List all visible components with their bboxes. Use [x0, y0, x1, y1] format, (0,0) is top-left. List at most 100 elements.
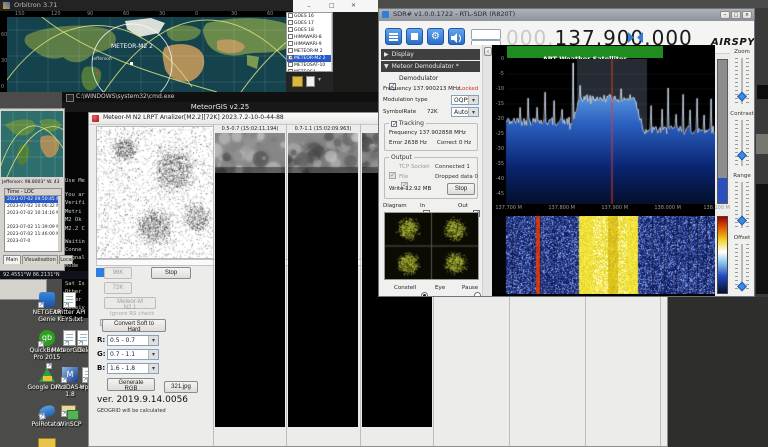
desktop-icon-winscp[interactable]: ↗ WinSCP [53, 404, 87, 438]
modulation-select[interactable]: OQPSK [451, 95, 479, 105]
folder-icon[interactable] [292, 76, 303, 87]
close-button[interactable]: × [742, 11, 752, 19]
tune-step-icon[interactable] [628, 32, 643, 43]
panel-scrollbar[interactable]: ‹ [482, 45, 492, 296]
output-groupbox: Output TCP Socket Connected 1 File Dropp… [384, 154, 478, 199]
pass-table[interactable]: Time - LOC 2023-07-02 09:50:45 M 2023-07-… [4, 188, 62, 252]
sdr-title: SDR# v1.0.0.1722 - RTL-SDR (R820T) [393, 10, 516, 18]
console-line: M2.2 C [65, 226, 85, 232]
symbolrate-select[interactable]: Auto [451, 107, 479, 117]
slider-offset[interactable] [735, 244, 749, 292]
locked-status: Locked [459, 86, 479, 92]
meteorgis-mini-map[interactable] [1, 111, 63, 177]
demod-panel-header[interactable]: ▼ Meteor Demodulator * [381, 61, 480, 72]
cmd-titlebar[interactable]: C:\WINDOWS\system32\cmd.exe [62, 92, 378, 102]
background-window-fragment [756, 184, 768, 294]
scrollbar[interactable] [58, 196, 61, 251]
menu-button[interactable] [385, 28, 402, 45]
pass-table-header[interactable]: Time - LOC [5, 189, 61, 196]
maximize-button[interactable]: □ [731, 11, 741, 19]
symbolrate-label: SymbolRate [383, 109, 417, 115]
slider-contrast[interactable] [735, 120, 749, 166]
table-row[interactable]: 2023-07-02 11:39:09 M [5, 224, 60, 231]
meteorgis-title: MeteorGIS v2.25 [190, 103, 250, 111]
spectrum-scrollbar[interactable] [717, 59, 728, 204]
slider-ticks [735, 244, 738, 290]
slider-zoom[interactable] [735, 58, 749, 104]
scope-icon[interactable] [471, 29, 501, 45]
satellite-checkbox[interactable] [288, 27, 293, 32]
satellite-list-item[interactable]: HIMAWARI-8 [287, 34, 331, 41]
orbitron-titlebar[interactable]: Orbitron 3.71 [0, 0, 336, 11]
volume-button[interactable] [448, 28, 465, 45]
table-row[interactable]: 2023-07-02 11:46:00 M [5, 231, 60, 238]
close-icon[interactable]: ✕ [351, 2, 356, 9]
satellite-list-item[interactable]: GOES 17 [287, 20, 331, 27]
settings-button[interactable]: ⚙ [427, 28, 444, 45]
sdr-titlebar[interactable]: SDR# v1.0.0.1722 - RTL-SDR (R820T) – □ × [379, 9, 754, 21]
db-tick-label: -40 [495, 176, 504, 182]
minimize-icon[interactable]: – [307, 2, 311, 10]
satellite-checkbox[interactable] [288, 41, 293, 46]
constell-radio[interactable] [421, 292, 429, 296]
tracking-frequency: Frequency 137.902858 MHz [389, 130, 466, 136]
table-row[interactable]: 2023-07-02 09:50:45 M [5, 196, 60, 203]
spectrum-display[interactable] [492, 59, 715, 204]
tab-main[interactable]: Main [3, 255, 21, 264]
satellite-checkbox[interactable] [288, 13, 293, 18]
stop-icon [411, 33, 418, 40]
slider-label-contrast: Contrast [730, 111, 754, 117]
background-window-fragment [756, 134, 768, 154]
satellite-list-item[interactable]: HIMAWARI-9 [287, 41, 331, 48]
tab-visualisation[interactable]: Visualisation [22, 255, 58, 264]
coords-titlebar[interactable]: 92.4551°W 86.2131°N [0, 271, 95, 279]
satellite-list-item[interactable]: METEOSAT-10 (MSG-3) [287, 62, 331, 71]
strip-separator [360, 124, 361, 446]
satellite-label: GOES 18 [294, 28, 314, 33]
display-panel-header[interactable]: ▶ Display [381, 49, 480, 60]
orbitron-world-map[interactable] [7, 17, 333, 92]
document-icon[interactable] [306, 76, 315, 87]
frequency-tick-label: 138.000 M [654, 205, 681, 211]
satellite-checkbox[interactable] [288, 20, 293, 25]
scrollbar-thumb[interactable] [718, 178, 727, 203]
tcp-socket-label: TCP Socket [399, 164, 430, 170]
stop-play-button[interactable] [406, 28, 423, 45]
table-row[interactable]: 2023-07-0 [5, 238, 60, 245]
write-stop-button[interactable]: Stop [447, 183, 475, 195]
satellite-checkbox[interactable] [288, 62, 293, 67]
table-row[interactable]: 2023-07-02 10:06:32 M [5, 203, 60, 210]
frequency-axis: 137.700 M 137.800 M 137.900 M 138.000 M 138.… [492, 204, 730, 214]
tracking-checkbox[interactable] [391, 120, 398, 128]
satellite-list[interactable]: GOES 16 GOES 17 GOES 18 HIMAWARI-8 HIMAWARI-… [286, 12, 333, 72]
slider-range[interactable] [735, 182, 749, 228]
meteorgis-window: Jefferson: 98.8003° W. 43 Time - LOC 202… [0, 108, 73, 271]
scrollbar-collapse-button[interactable]: ‹ [484, 47, 492, 56]
desktop-icon-twitter-api-keys[interactable]: ↗ twitter API KEYS.txt [53, 292, 87, 326]
waterfall-display[interactable] [492, 216, 715, 294]
satellite-list-item[interactable]: GOES 18 [287, 27, 331, 34]
satellite-list-item[interactable]: METEOR-M2 2 [287, 54, 331, 62]
meteorgis-titlebar[interactable]: MeteorGIS v2.25 [62, 102, 378, 112]
console-line: Use Me [65, 178, 85, 184]
satellite-list-item[interactable]: GOES 16 [287, 13, 331, 20]
tcp-socket-checkbox[interactable] [389, 171, 396, 179]
table-row[interactable]: 2023-07-02 10:14:16 M [5, 210, 60, 217]
eye-radio[interactable] [474, 292, 482, 296]
satellite-checkbox[interactable] [288, 34, 293, 39]
strip-header: 0.7-1.1 (15:02:09.963) [294, 126, 352, 132]
band-banner[interactable]: APT Weather Satellites [507, 46, 663, 63]
slider-label-zoom: Zoom [734, 49, 750, 55]
tab-loca[interactable]: Loca [59, 255, 73, 264]
minimize-button[interactable]: – [720, 11, 730, 19]
dropdown-arrow-icon[interactable]: ▾ [318, 76, 321, 83]
background-window-fragment [757, 85, 768, 99]
tracking-groupbox: Tracking Frequency 137.902858 MHz Error … [384, 120, 478, 151]
satellite-checkbox[interactable] [288, 54, 295, 61]
folder-icon[interactable] [38, 438, 56, 447]
maximize-icon[interactable]: □ [329, 2, 335, 9]
strip-header: 0.5-0.7 (15:02:11.194) [221, 126, 279, 132]
strip-black-area [215, 173, 285, 427]
db-tick-label: -10 [495, 86, 504, 92]
twitter-api-keys-icon: ↗ [63, 292, 76, 308]
